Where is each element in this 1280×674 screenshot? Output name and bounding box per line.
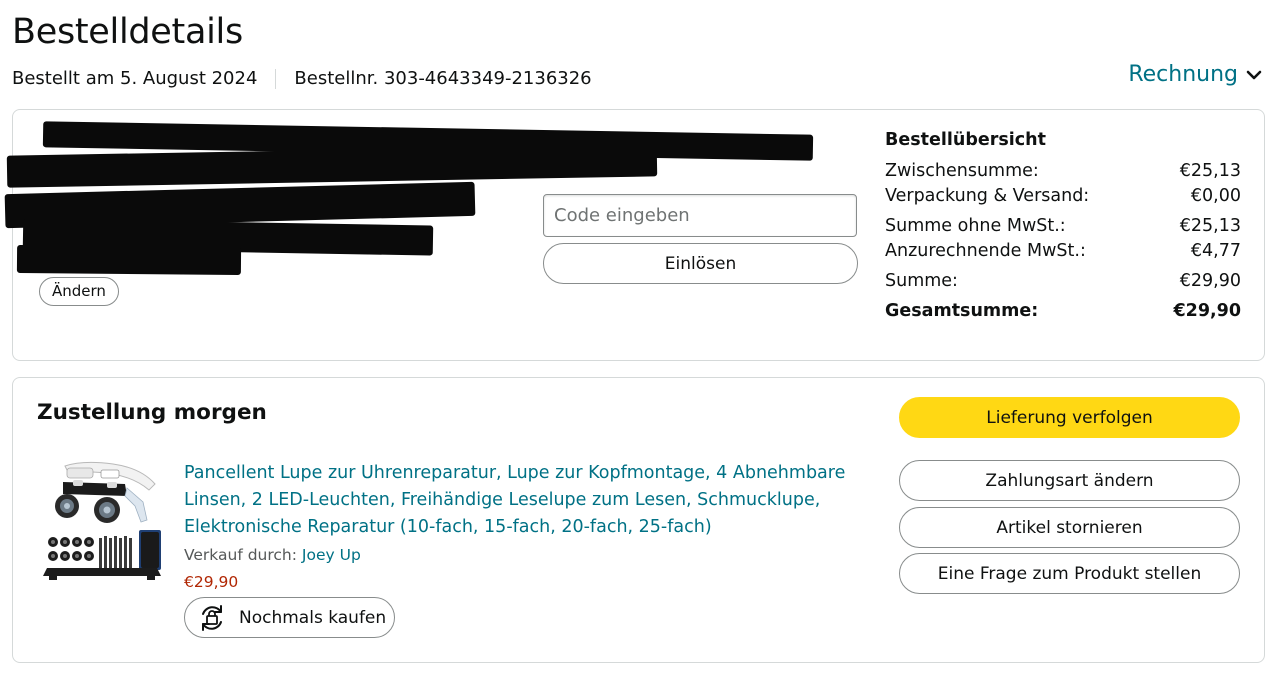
summary-label: Zwischensumme: (885, 161, 1039, 181)
track-package-button[interactable]: Lieferung verfolgen (899, 397, 1240, 438)
order-number: Bestellnr. 303-4643349-2136326 (294, 68, 592, 89)
order-meta: Bestellt am 5. August 2024 Bestellnr. 30… (12, 68, 592, 89)
buy-again-icon (202, 604, 222, 631)
seller-link[interactable]: Joey Up (302, 546, 361, 564)
summary-label: Verpackung & Versand: (885, 186, 1090, 206)
page-title: Bestelldetails (12, 12, 243, 52)
product-image[interactable] (43, 458, 171, 586)
product-title-link[interactable]: Pancellent Lupe zur Uhrenreparatur, Lupe… (184, 460, 854, 541)
summary-row-shipping: Verpackung & Versand: €0,00 (885, 186, 1241, 206)
summary-value: €25,13 (1179, 161, 1241, 181)
summary-label: Anzurechnende MwSt.: (885, 241, 1086, 261)
order-details-page: Bestelldetails Bestellt am 5. August 202… (0, 0, 1280, 674)
summary-row-sum: Summe: €29,90 (885, 271, 1241, 291)
chevron-down-icon (1246, 70, 1262, 79)
summary-total-label: Gesamtsumme: (885, 301, 1039, 321)
summary-row-total: Gesamtsumme: €29,90 (885, 301, 1241, 321)
change-payment-button[interactable]: Zahlungsart ändern (899, 460, 1240, 501)
cancel-item-button[interactable]: Artikel stornieren (899, 507, 1240, 548)
summary-value: €4,77 (1190, 241, 1241, 261)
invoice-label: Rechnung (1128, 62, 1238, 87)
summary-row-subtotal: Zwischensumme: €25,13 (885, 161, 1241, 181)
order-summary: Bestellübersicht Zwischensumme: €25,13 V… (885, 130, 1241, 321)
summary-label: Summe ohne MwSt.: (885, 216, 1066, 236)
gift-code-input[interactable] (543, 194, 857, 237)
invoice-dropdown[interactable]: Rechnung (1128, 62, 1262, 87)
redeem-button[interactable]: Einlösen (543, 243, 858, 284)
ask-question-button[interactable]: Eine Frage zum Produkt stellen (899, 553, 1240, 594)
summary-value: €0,00 (1190, 186, 1241, 206)
delivery-card: Zustellung morgen Pancellent Lupe zur Uh… (12, 377, 1265, 663)
delivery-status-title: Zustellung morgen (37, 400, 267, 425)
order-info-card: Ändern Einlösen Bestellübersicht Zwische… (4, 109, 1265, 361)
seller-info: Verkauf durch: Joey Up (184, 546, 361, 564)
summary-row-net: Summe ohne MwSt.: €25,13 (885, 216, 1241, 236)
meta-divider (275, 68, 277, 89)
buy-again-label: Nochmals kaufen (239, 607, 387, 628)
summary-row-vat: Anzurechnende MwSt.: €4,77 (885, 241, 1241, 261)
summary-total-value: €29,90 (1173, 301, 1241, 321)
summary-heading: Bestellübersicht (885, 130, 1046, 150)
seller-prefix: Verkauf durch: (184, 546, 297, 564)
change-button[interactable]: Ändern (39, 277, 119, 306)
summary-value: €25,13 (1179, 216, 1241, 236)
buy-again-button[interactable]: Nochmals kaufen (184, 597, 395, 638)
product-price: €29,90 (184, 573, 239, 591)
order-date: Bestellt am 5. August 2024 (12, 68, 258, 89)
summary-label: Summe: (885, 271, 958, 291)
summary-value: €29,90 (1179, 271, 1241, 291)
